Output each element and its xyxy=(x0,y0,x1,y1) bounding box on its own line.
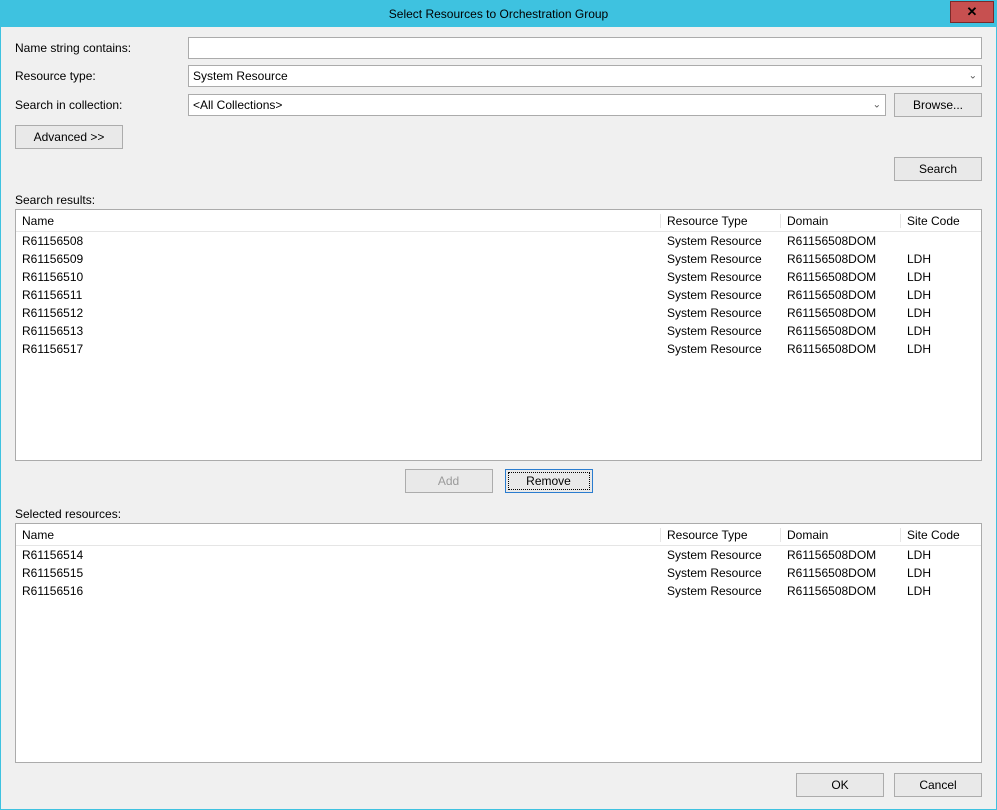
table-row[interactable]: R61156512System ResourceR61156508DOMLDH xyxy=(16,304,981,322)
search-results-header: Name Resource Type Domain Site Code xyxy=(16,210,981,232)
row-advanced: Advanced >> xyxy=(15,125,982,149)
cell-site: LDH xyxy=(901,270,981,284)
cancel-button[interactable]: Cancel xyxy=(894,773,982,797)
table-row[interactable]: R61156511System ResourceR61156508DOMLDH xyxy=(16,286,981,304)
cell-domain: R61156508DOM xyxy=(781,342,901,356)
cell-rtype: System Resource xyxy=(661,234,781,248)
cell-site: LDH xyxy=(901,306,981,320)
col-header-rtype[interactable]: Resource Type xyxy=(661,214,781,228)
add-remove-bar: Add Remove xyxy=(15,469,982,493)
search-results-label: Search results: xyxy=(15,193,982,207)
name-contains-input[interactable] xyxy=(188,37,982,59)
cell-rtype: System Resource xyxy=(661,566,781,580)
cell-name: R61156512 xyxy=(16,306,661,320)
row-name-contains: Name string contains: xyxy=(15,37,982,59)
cell-rtype: System Resource xyxy=(661,306,781,320)
cell-domain: R61156508DOM xyxy=(781,324,901,338)
search-collection-value: <All Collections> xyxy=(193,98,282,112)
name-contains-label: Name string contains: xyxy=(15,41,180,55)
cell-rtype: System Resource xyxy=(661,324,781,338)
resource-type-label: Resource type: xyxy=(15,69,180,83)
table-row[interactable]: R61156514System ResourceR61156508DOMLDH xyxy=(16,546,981,564)
col-header-domain[interactable]: Domain xyxy=(781,214,901,228)
ok-button[interactable]: OK xyxy=(796,773,884,797)
search-collection-select[interactable]: <All Collections> ⌄ xyxy=(188,94,886,116)
table-row[interactable]: R61156517System ResourceR61156508DOMLDH xyxy=(16,340,981,358)
table-row[interactable]: R61156510System ResourceR61156508DOMLDH xyxy=(16,268,981,286)
col-header-name[interactable]: Name xyxy=(16,214,661,228)
browse-button[interactable]: Browse... xyxy=(894,93,982,117)
table-row[interactable]: R61156508System ResourceR61156508DOM xyxy=(16,232,981,250)
cell-rtype: System Resource xyxy=(661,342,781,356)
cell-name: R61156513 xyxy=(16,324,661,338)
titlebar: Select Resources to Orchestration Group … xyxy=(1,1,996,27)
search-collection-label: Search in collection: xyxy=(15,98,180,112)
cell-site: LDH xyxy=(901,252,981,266)
search-button[interactable]: Search xyxy=(894,157,982,181)
col-header-name[interactable]: Name xyxy=(16,528,661,542)
close-icon: ✕ xyxy=(967,4,978,20)
cell-name: R61156510 xyxy=(16,270,661,284)
col-header-rtype[interactable]: Resource Type xyxy=(661,528,781,542)
selected-resources-grid: Name Resource Type Domain Site Code R611… xyxy=(15,523,982,763)
row-resource-type: Resource type: System Resource ⌄ xyxy=(15,65,982,87)
cell-name: R61156514 xyxy=(16,548,661,562)
chevron-down-icon: ⌄ xyxy=(969,71,977,82)
cell-site: LDH xyxy=(901,342,981,356)
cell-domain: R61156508DOM xyxy=(781,252,901,266)
cell-name: R61156509 xyxy=(16,252,661,266)
cell-domain: R61156508DOM xyxy=(781,548,901,562)
cell-name: R61156517 xyxy=(16,342,661,356)
cell-site: LDH xyxy=(901,584,981,598)
add-button[interactable]: Add xyxy=(405,469,493,493)
cell-name: R61156511 xyxy=(16,288,661,302)
resource-type-value: System Resource xyxy=(193,69,288,83)
cell-name: R61156516 xyxy=(16,584,661,598)
cell-name: R61156508 xyxy=(16,234,661,248)
col-header-site[interactable]: Site Code xyxy=(901,528,981,542)
advanced-button[interactable]: Advanced >> xyxy=(15,125,123,149)
resource-type-select[interactable]: System Resource ⌄ xyxy=(188,65,982,87)
table-row[interactable]: R61156513System ResourceR61156508DOMLDH xyxy=(16,322,981,340)
col-header-site[interactable]: Site Code xyxy=(901,214,981,228)
cell-domain: R61156508DOM xyxy=(781,584,901,598)
cell-site: LDH xyxy=(901,566,981,580)
close-button[interactable]: ✕ xyxy=(950,1,994,23)
search-results-body[interactable]: R61156508System ResourceR61156508DOMR611… xyxy=(16,232,981,460)
cell-rtype: System Resource xyxy=(661,252,781,266)
cell-domain: R61156508DOM xyxy=(781,270,901,284)
cell-domain: R61156508DOM xyxy=(781,288,901,302)
table-row[interactable]: R61156516System ResourceR61156508DOMLDH xyxy=(16,582,981,600)
selected-resources-body[interactable]: R61156514System ResourceR61156508DOMLDHR… xyxy=(16,546,981,762)
selected-resources-label: Selected resources: xyxy=(15,507,982,521)
selected-resources-header: Name Resource Type Domain Site Code xyxy=(16,524,981,546)
table-row[interactable]: R61156509System ResourceR61156508DOMLDH xyxy=(16,250,981,268)
search-results-grid: Name Resource Type Domain Site Code R611… xyxy=(15,209,982,461)
remove-button[interactable]: Remove xyxy=(505,469,593,493)
titlebar-title: Select Resources to Orchestration Group xyxy=(1,7,996,21)
chevron-down-icon: ⌄ xyxy=(873,100,881,111)
row-search-btn: Search xyxy=(15,157,982,181)
table-row[interactable]: R61156515System ResourceR61156508DOMLDH xyxy=(16,564,981,582)
cell-rtype: System Resource xyxy=(661,548,781,562)
cell-rtype: System Resource xyxy=(661,288,781,302)
row-search-collection: Search in collection: <All Collections> … xyxy=(15,93,982,117)
client-area: Name string contains: Resource type: Sys… xyxy=(1,27,996,809)
cell-rtype: System Resource xyxy=(661,270,781,284)
cell-site: LDH xyxy=(901,548,981,562)
cell-domain: R61156508DOM xyxy=(781,566,901,580)
col-header-domain[interactable]: Domain xyxy=(781,528,901,542)
dialog-buttons: OK Cancel xyxy=(15,773,982,797)
cell-name: R61156515 xyxy=(16,566,661,580)
dialog-window: Select Resources to Orchestration Group … xyxy=(0,0,997,810)
cell-rtype: System Resource xyxy=(661,584,781,598)
cell-site: LDH xyxy=(901,288,981,302)
cell-domain: R61156508DOM xyxy=(781,234,901,248)
cell-domain: R61156508DOM xyxy=(781,306,901,320)
cell-site: LDH xyxy=(901,324,981,338)
